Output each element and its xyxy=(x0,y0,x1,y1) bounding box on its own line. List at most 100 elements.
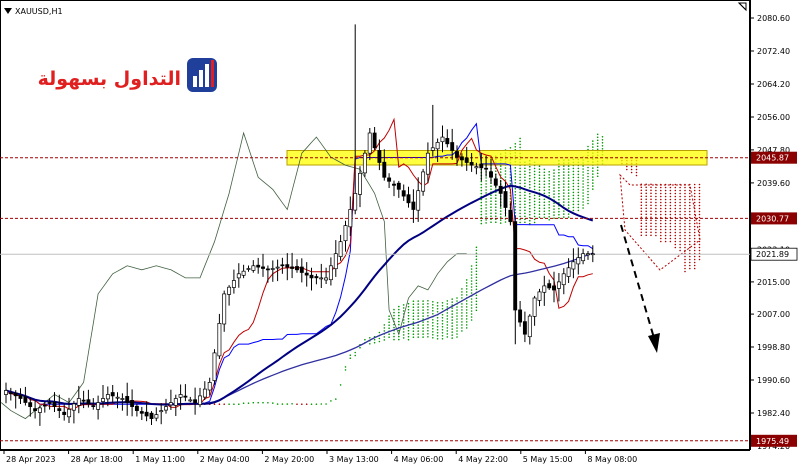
cloud-dot xyxy=(567,216,570,218)
cloud-dot xyxy=(674,225,677,228)
cloud-dot xyxy=(572,206,575,209)
cloud-dot xyxy=(495,209,497,211)
cloud-dot xyxy=(388,318,390,321)
cloud-dot xyxy=(485,183,487,185)
cloud-dot xyxy=(601,142,604,144)
candle xyxy=(561,268,566,295)
cloud-dot xyxy=(698,228,701,231)
cloud-dot xyxy=(344,366,347,368)
cloud-dot xyxy=(485,189,487,191)
dropdown-triangle-icon[interactable] xyxy=(4,8,12,14)
cloud-dot xyxy=(650,192,652,195)
candle-body xyxy=(256,264,261,268)
cloud-dot xyxy=(393,338,395,341)
cloud-dot xyxy=(432,301,434,303)
cloud-dot xyxy=(456,309,458,311)
candle-body xyxy=(455,151,459,158)
cloud-dot xyxy=(432,307,434,309)
candle-body xyxy=(537,291,542,301)
cloud-dot xyxy=(572,182,575,185)
cloud-dot xyxy=(587,184,589,187)
kijun-line xyxy=(6,122,594,405)
candle-body xyxy=(324,277,329,281)
cloud-dot xyxy=(558,207,560,210)
cloud-dot xyxy=(693,240,696,243)
cloud-dot xyxy=(698,222,701,225)
cloud-dot xyxy=(684,237,686,240)
cloud-dot xyxy=(684,231,686,234)
cloud-dot xyxy=(698,195,701,198)
candle-body xyxy=(561,273,566,286)
cloud-dot xyxy=(461,309,463,311)
cloud-dot xyxy=(640,219,643,222)
time-axis[interactable]: 28 Apr 2023 28 Apr 18:00 1 May 11:00 2 May … xyxy=(3,450,637,464)
chart-svg[interactable]: XAUUSD,H1 التداول بسهولة 2080.602072.402… xyxy=(0,0,800,468)
candle-body xyxy=(358,172,362,195)
cloud-dot xyxy=(582,195,584,197)
cloud-dot xyxy=(684,192,686,195)
cloud-dot xyxy=(548,186,550,188)
cloud-dot xyxy=(451,316,454,318)
cloud-dot xyxy=(645,222,647,225)
cloud-dot xyxy=(524,185,526,188)
cloud-dot xyxy=(660,234,662,237)
cloud-dot xyxy=(660,189,662,192)
cloud-dot xyxy=(674,240,677,243)
cloud-dot xyxy=(470,316,473,318)
cloud-dot xyxy=(470,304,473,306)
candle xyxy=(261,253,265,277)
chart-window[interactable]: XAUUSD,H1 التداول بسهولة 2080.60 2072.40… xyxy=(0,0,800,468)
cloud-dot xyxy=(558,180,560,183)
cloud-dot xyxy=(432,319,434,321)
cloud-dot xyxy=(650,231,652,234)
cloud-dot xyxy=(592,179,594,181)
cloud-dot xyxy=(480,186,483,189)
candle xyxy=(319,263,324,288)
cloud-dot xyxy=(407,305,410,308)
cloud-dot xyxy=(373,338,376,341)
cloud-dot xyxy=(407,326,410,329)
cloud-dot xyxy=(485,177,487,179)
candle xyxy=(130,389,135,417)
cloud-dot xyxy=(592,185,594,187)
price-axis[interactable]: 2080.602072.402064.202056.002047.802039.… xyxy=(750,14,790,451)
cloud-dot xyxy=(378,337,381,340)
cloud-dot xyxy=(436,329,439,331)
cloud-dot xyxy=(412,318,415,321)
cloud-dot xyxy=(456,318,458,320)
candle-body xyxy=(343,225,348,242)
cloud-dot xyxy=(538,216,541,218)
cloud-dot xyxy=(674,192,677,195)
candle-body xyxy=(159,410,164,413)
cloud-dot xyxy=(548,177,550,179)
cloud-dot xyxy=(519,137,521,140)
cloud-dot xyxy=(417,327,420,329)
candle xyxy=(333,240,338,277)
cloud-dot xyxy=(422,324,424,326)
cloud-dot xyxy=(543,168,546,171)
cloud-dot xyxy=(499,207,502,209)
cloud-dot xyxy=(684,255,686,258)
cloud-dot xyxy=(664,204,667,207)
cloud-dot xyxy=(698,186,701,189)
cloud-dot xyxy=(441,305,444,307)
cloud-dot xyxy=(480,189,483,192)
cloud-dot xyxy=(563,189,565,191)
candle xyxy=(522,311,527,343)
candle xyxy=(193,387,198,415)
cloud-dot xyxy=(693,246,696,249)
cloud-dot xyxy=(446,318,449,320)
cloud-dot xyxy=(650,183,652,186)
candle xyxy=(18,388,23,404)
candle xyxy=(222,290,227,332)
candle-body xyxy=(430,147,435,151)
cloud-dot xyxy=(645,195,647,198)
chart-corner-toggle-icon[interactable] xyxy=(737,2,747,12)
cloud-dot xyxy=(689,204,691,207)
cloud-dot xyxy=(451,337,454,339)
cloud-dot xyxy=(577,179,580,182)
cloud-dot xyxy=(655,204,657,207)
candle-body xyxy=(71,403,76,411)
cloud-dot xyxy=(432,337,434,339)
cloud-dot xyxy=(693,237,696,240)
